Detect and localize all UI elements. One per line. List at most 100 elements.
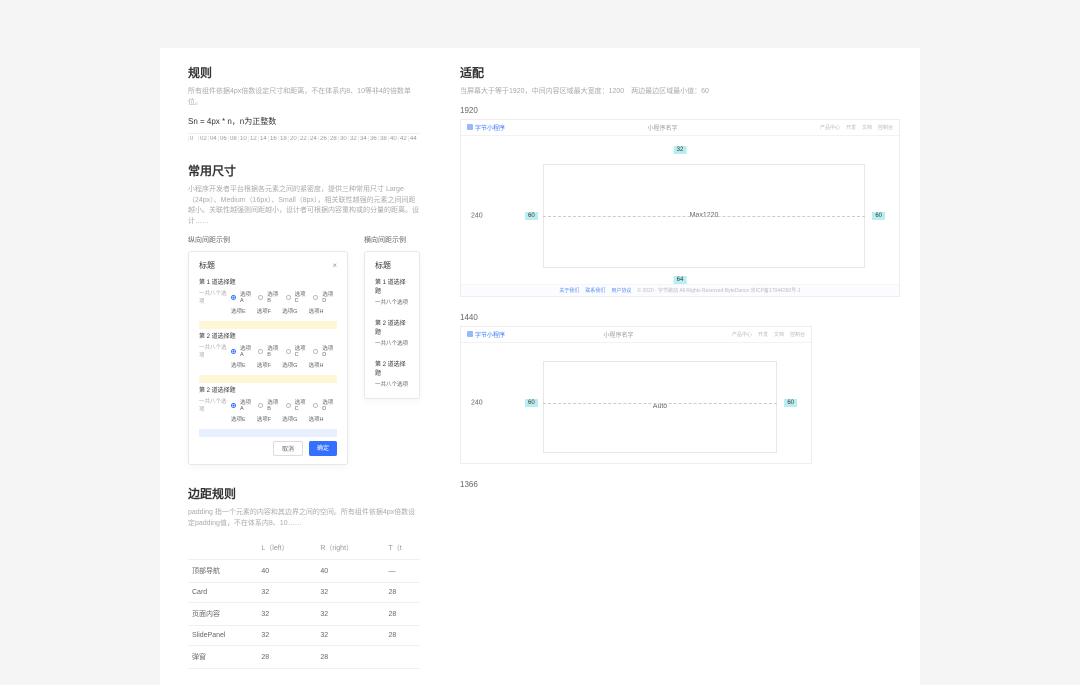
nav-right: 产品中心开发文档控制台 [820,124,893,131]
modal-example-vertical: 标题 × 第 1 道选择题 一共八个选项选项A选项B选项C选项D 选项E 选项F… [188,251,348,465]
radio-icon[interactable] [313,349,318,354]
example-vertical-label: 纵向间距示例 [188,235,352,245]
radio-icon[interactable] [231,295,236,300]
ruler-tick: 34 [358,136,368,142]
confirm-button[interactable]: 确定 [309,441,337,456]
footer-link[interactable]: 联系我们 [585,287,605,294]
table-row: SlidePanel323228 [188,626,420,646]
marker-bottom: 64 [674,276,687,284]
nav-link[interactable]: 产品中心 [732,331,752,338]
radio-icon[interactable] [286,349,291,354]
nav-link[interactable]: 开发 [758,331,768,338]
ruler-line [543,403,777,404]
nav-link[interactable]: 产品中心 [820,124,840,131]
ruler-tick: 06 [218,136,228,142]
ruler-tick: 16 [268,136,278,142]
example-horizontal-label: 横向间距示例 [364,235,420,245]
browser-footer: 关于我们联系我们用户协议 © 2020 · 字节跳动 All Rights Res… [461,284,899,296]
ruler: 0020406081012141618202224262830323436384… [188,133,420,142]
marker-right: 60 [872,212,885,220]
radio-icon[interactable] [286,403,291,408]
ruler-tick: 32 [348,136,358,142]
radio-icon[interactable] [231,403,236,408]
padding-section: 边距规则 padding 指一个元素的内容和其边界之间的空间。所有组件依据4px… [188,485,420,669]
radio-icon[interactable] [258,403,263,408]
ruler-tick: 10 [238,136,248,142]
table-header: L（left） [257,537,316,560]
nav-link[interactable]: 控制台 [790,331,805,338]
ruler-tick: 44 [408,136,418,142]
footer-link[interactable]: 用户协议 [611,287,631,294]
marker-left: 60 [525,212,538,220]
footer-link[interactable]: 关于我们 [559,287,579,294]
ruler-tick: 08 [228,136,238,142]
rules-formula: Sn = 4px * n，n为正整数 [188,116,420,127]
ruler-tick: 14 [258,136,268,142]
rules-title: 规则 [188,64,420,81]
group-title: 第 2 道选择题 [199,331,337,340]
ruler-tick: 40 [388,136,398,142]
nav-link[interactable]: 文档 [774,331,784,338]
marker-top: 32 [674,146,687,154]
modal-example-horizontal: 标题 第 1 道选择题 一共八个选项 第 2 道选择题 一共八个选项 第 2 道… [364,251,420,399]
browser-frame-1920: 字节小程序 小程序名字 产品中心开发文档控制台 240 32 60 60 64 … [460,119,900,297]
radio-icon[interactable] [313,403,318,408]
ruler-tick: 02 [198,136,208,142]
footer-link[interactable]: © 2020 · 字节跳动 All Rights Reserved ByteDa… [637,287,800,294]
marker-left: 60 [525,399,538,407]
adapt-desc: 当屏幕大于等于1920，中间内容区域最大宽度：1200 两边最边区域最小值：60 [460,87,900,98]
sidebar-width-label: 240 [471,399,483,406]
ruler-tick: 18 [278,136,288,142]
rules-desc: 所有组件依据4px倍数设定尺寸和距离，不在体系内8、10等非4的倍数单位。 [188,87,420,108]
ruler-tick: 36 [368,136,378,142]
group-title: 第 1 道选择题 [199,277,337,286]
browser-frame-1440: 字节小程序 小程序名字 产品中心开发文档控制台 240 60 60 Auto [460,326,812,464]
rules-section: 规则 所有组件依据4px倍数设定尺寸和距离，不在体系内8、10等非4的倍数单位。… [188,64,420,142]
breakpoint-1920-label: 1920 [460,106,900,115]
sizes-desc: 小程序开发者平台根据各元素之间的紧密度，提供三种常用尺寸 Large（24px）… [188,185,420,227]
ruler-tick: 24 [308,136,318,142]
ruler-tick: 26 [318,136,328,142]
ruler-tick: 20 [288,136,298,142]
nav-link[interactable]: 开发 [846,124,856,131]
cancel-button[interactable]: 取消 [273,441,303,456]
table-header [188,537,257,560]
group-title: 第 2 道选择题 [199,385,337,394]
highlight-bar [199,321,337,329]
content-area: Auto [543,361,777,453]
ruler-tick: 04 [208,136,218,142]
radio-icon[interactable] [231,349,236,354]
marker-right: 60 [784,399,797,407]
tab-label: 小程序名字 [647,123,677,132]
nav-right: 产品中心开发文档控制台 [732,331,805,338]
nav-link[interactable]: 文档 [862,124,872,131]
highlight-bar [199,375,337,383]
ruler-tick: 22 [298,136,308,142]
nav-link[interactable]: 控制台 [878,124,893,131]
highlight-bar [199,429,337,437]
radio-icon[interactable] [258,349,263,354]
close-icon[interactable]: × [332,261,337,270]
padding-title: 边距规则 [188,485,420,502]
sizes-title: 常用尺寸 [188,162,420,179]
table-row: 弹窗2828 [188,646,420,669]
radio-icon[interactable] [258,295,263,300]
sizes-section: 常用尺寸 小程序开发者平台根据各元素之间的紧密度，提供三种常用尺寸 Large（… [188,162,420,465]
adapt-title: 适配 [460,64,900,81]
tab-label: 小程序名字 [603,330,633,339]
ruler-tick: 38 [378,136,388,142]
logo: 字节小程序 [467,123,505,132]
ruler-tick: 28 [328,136,338,142]
table-row: 页面内容323228 [188,603,420,626]
table-row: 顶部导航4040— [188,560,420,583]
radio-icon[interactable] [313,295,318,300]
breakpoint-1366-label: 1366 [460,480,900,489]
logo: 字节小程序 [467,330,505,339]
ruler-line [543,216,865,217]
ruler-tick: 0 [188,136,198,142]
sidebar-width-label: 240 [471,212,483,219]
modal-title: 标题 [199,260,215,271]
breakpoint-1440-label: 1440 [460,313,900,322]
padding-desc: padding 指一个元素的内容和其边界之间的空间。所有组件依据4px倍数设定p… [188,508,420,529]
radio-icon[interactable] [286,295,291,300]
